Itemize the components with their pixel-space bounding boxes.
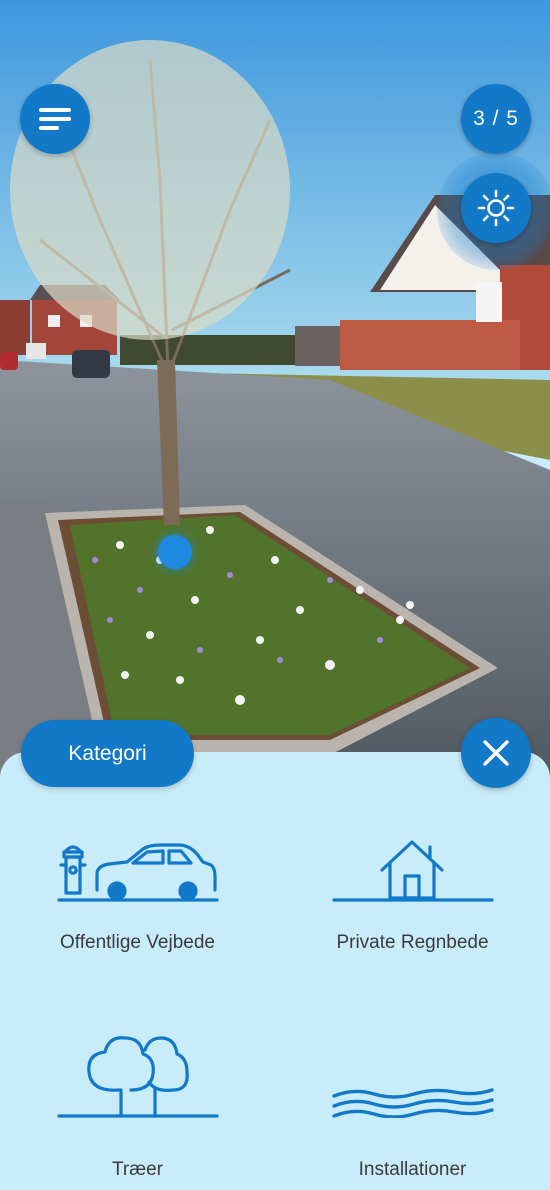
kategori-tab[interactable]: Kategori — [21, 720, 194, 787]
menu-button[interactable] — [20, 84, 90, 154]
kategori-tab-label: Kategori — [68, 741, 147, 765]
category-private-regnbede[interactable]: Private Regnbede — [275, 822, 550, 1022]
category-offentlige-vejbede[interactable]: Offentlige Vejbede — [0, 822, 275, 1022]
category-label: Installationer — [358, 1159, 467, 1180]
close-button[interactable] — [461, 718, 531, 788]
sun-icon — [477, 189, 515, 227]
hamburger-menu-icon — [20, 84, 90, 154]
category-installationer[interactable]: Installationer — [275, 1022, 550, 1190]
step-counter-label: 3 / 5 — [473, 107, 519, 130]
trees-icon — [56, 1036, 219, 1118]
close-x-icon — [483, 740, 509, 766]
category-label: Private Regnbede — [336, 932, 489, 953]
house-icon — [331, 840, 494, 902]
light-toggle-button[interactable] — [461, 173, 531, 243]
water-waves-icon — [331, 1088, 494, 1118]
category-label: Offentlige Vejbede — [60, 932, 215, 953]
ar-placement-marker[interactable] — [158, 535, 192, 569]
category-sheet: Offentlige Vejbede Private Regnbede Træe… — [0, 752, 550, 1190]
car-hydrant-icon — [56, 843, 219, 902]
category-label: Træer — [111, 1159, 164, 1180]
category-traeer[interactable]: Træer — [0, 1022, 275, 1190]
step-counter[interactable]: 3 / 5 — [461, 84, 531, 154]
